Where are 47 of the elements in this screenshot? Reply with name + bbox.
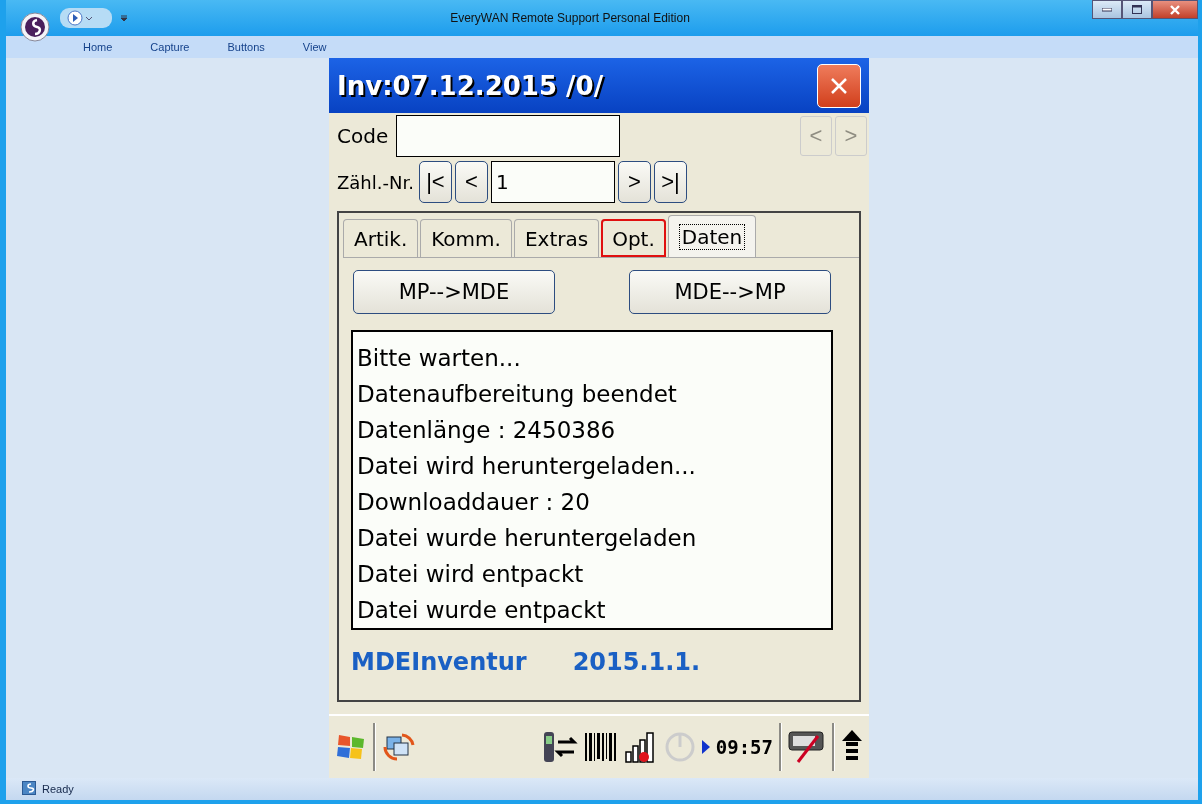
log-line: Datei wurde heruntergeladen	[357, 524, 698, 553]
clock[interactable]: 09:57	[715, 736, 773, 758]
field-label: Zähl.-Nr.	[337, 171, 414, 193]
nav-button[interactable]: >|	[653, 161, 687, 203]
log-line: Datei wird heruntergeladen...	[357, 452, 697, 481]
code-field[interactable]	[396, 115, 621, 157]
app-name: MDEInventur	[351, 648, 527, 676]
status-text: Ready	[42, 783, 74, 795]
minimize-button[interactable]	[1092, 0, 1122, 19]
close-icon	[1169, 4, 1181, 15]
log-line: Datenlänge : 2450386	[357, 416, 617, 445]
device-sync-icon[interactable]	[541, 730, 578, 764]
nav-button[interactable]: <	[454, 161, 488, 203]
app-title: Inv:07.12.2015 /0/	[337, 70, 604, 101]
tab[interactable]: Opt.	[601, 219, 666, 257]
ribbon-tab[interactable]: Buttons	[208, 41, 284, 53]
close-button[interactable]	[1152, 0, 1198, 19]
nav-button[interactable]: >	[617, 161, 651, 203]
tab[interactable]: Komm.	[420, 219, 512, 257]
log-line: Bitte warten...	[357, 344, 522, 373]
minimize-icon	[1102, 7, 1112, 12]
tab[interactable]: Extras	[513, 219, 600, 257]
sync-icon[interactable]	[382, 733, 416, 761]
quick-access-toolbar[interactable]	[60, 8, 112, 28]
keyboard-icon[interactable]	[788, 730, 826, 764]
log-line: Datenaufbereitung beendet	[357, 380, 678, 409]
play-icon[interactable]	[701, 740, 710, 754]
window-title: EveryWAN Remote Support Personal Edition	[449, 11, 691, 25]
maximize-icon	[1132, 5, 1142, 14]
counter-field[interactable]: 1	[490, 161, 615, 203]
tab[interactable]: Daten	[667, 215, 757, 257]
customize-icon[interactable]	[120, 14, 128, 22]
ribbon-tab[interactable]: Home	[64, 41, 132, 53]
log-line: Downloaddauer : 20	[357, 488, 591, 517]
field-label: Code	[337, 124, 389, 148]
nav-button[interactable]: |<	[418, 161, 452, 203]
log-line: Datei wurde entpackt	[357, 596, 607, 625]
transfer-button[interactable]: MP-->MDE	[353, 270, 555, 314]
tab[interactable]: Artik.	[343, 219, 419, 257]
ribbon-tab[interactable]: View	[283, 41, 346, 53]
barcode-icon[interactable]	[583, 731, 618, 763]
close-icon	[829, 75, 849, 96]
ribbon-tab[interactable]: Capture	[131, 41, 209, 53]
transfer-button[interactable]: MDE-->MP	[629, 270, 831, 314]
maximize-button[interactable]	[1122, 0, 1152, 19]
log-line: Datei wird entpackt	[357, 560, 585, 589]
version-text: 2015.1.1.	[572, 648, 701, 676]
